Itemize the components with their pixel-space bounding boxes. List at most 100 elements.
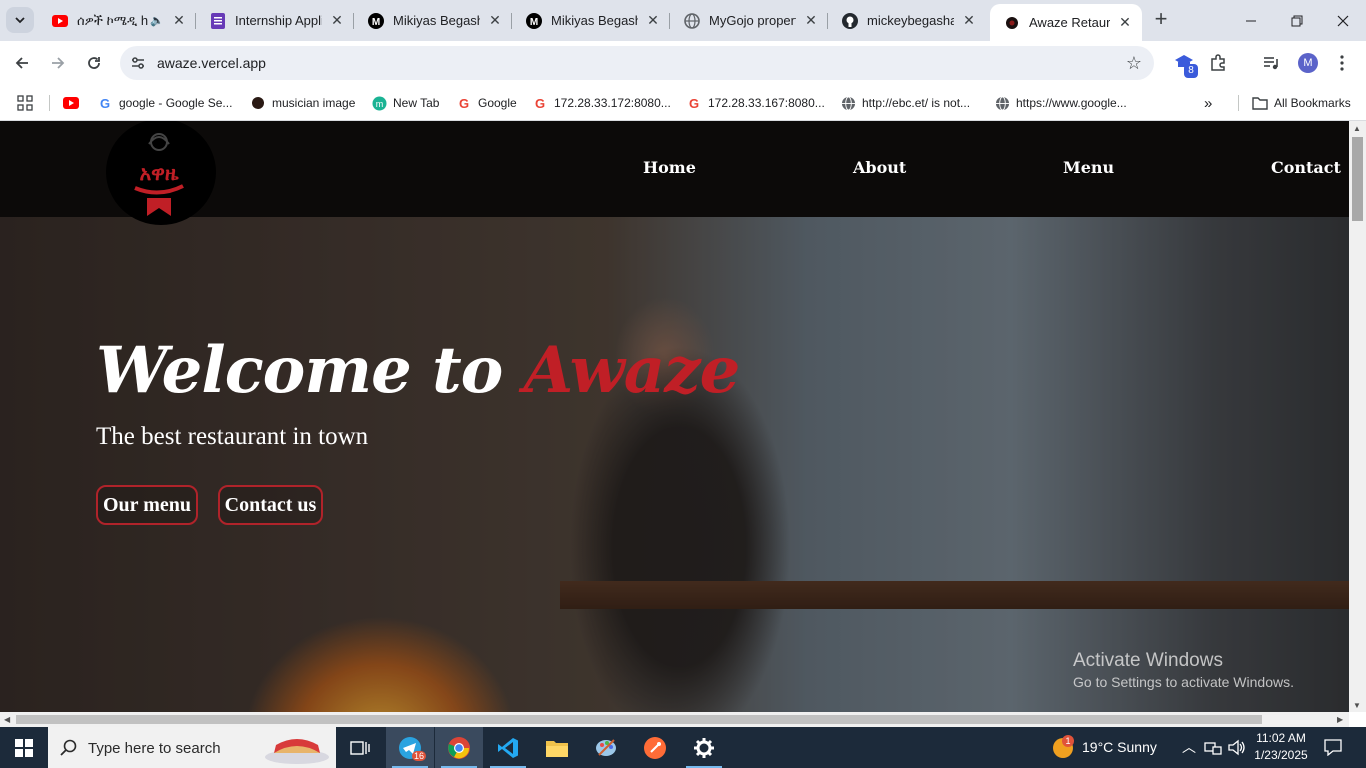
reload-button[interactable] — [80, 49, 108, 77]
site-logo[interactable]: አዋዜ — [106, 121, 216, 225]
scroll-left-icon[interactable]: ◀ — [4, 715, 10, 724]
start-button[interactable] — [0, 727, 48, 768]
tab-awaze[interactable]: Awaze Retaurant ✕ — [990, 4, 1142, 41]
scroll-up-icon[interactable]: ▲ — [1353, 124, 1361, 133]
minimize-icon — [1246, 20, 1256, 21]
awaze-icon — [1004, 15, 1020, 31]
taskbar-paint-app[interactable] — [582, 727, 630, 768]
search-placeholder: Type here to search — [88, 740, 221, 757]
tab-close-button[interactable]: ✕ — [802, 12, 820, 30]
horizontal-scroll-thumb[interactable] — [16, 715, 1262, 724]
weather-widget[interactable]: 1 19°C Sunny — [1050, 727, 1166, 768]
tab-close-button[interactable]: ✕ — [486, 12, 504, 30]
scroll-down-icon[interactable]: ▼ — [1353, 701, 1361, 710]
tab-close-button[interactable]: ✕ — [328, 12, 346, 30]
bookmark-google[interactable]: G Google — [456, 92, 517, 114]
taskbar-settings[interactable] — [680, 727, 728, 768]
bookmark-youtube[interactable] — [63, 92, 85, 114]
media-control-button[interactable] — [1257, 49, 1285, 77]
nav-menu-link[interactable]: Menu — [1063, 158, 1114, 177]
our-menu-button[interactable]: Our menu — [96, 485, 198, 525]
bookmark-label: 172.28.33.172:8080... — [554, 96, 671, 110]
task-view-icon — [350, 740, 370, 755]
taskbar-postman[interactable] — [631, 727, 679, 768]
taskbar-chrome[interactable] — [435, 727, 483, 768]
scroll-right-icon[interactable]: ▶ — [1337, 715, 1343, 724]
windows-logo-icon — [15, 738, 33, 757]
newtab-icon: m — [371, 95, 387, 111]
tab-close-button[interactable]: ✕ — [644, 12, 662, 30]
all-bookmarks-button[interactable]: All Bookmarks — [1252, 92, 1351, 114]
bookmark-ebc[interactable]: http://ebc.et/ is not... — [840, 92, 970, 114]
tab-youtube[interactable]: ሰዎች ኮሜዲ h 🔈 ✕ — [38, 4, 196, 37]
bookmark-label: New Tab — [393, 96, 440, 110]
double-chevron-right-icon: » — [1204, 94, 1213, 112]
chrome-menu-button[interactable] — [1328, 49, 1356, 77]
nav-about-link[interactable]: About — [853, 158, 906, 177]
extensions-button[interactable] — [1204, 49, 1232, 77]
watermark-title: Activate Windows — [1073, 650, 1223, 671]
vertical-scroll-thumb[interactable] — [1352, 137, 1363, 221]
speaker-icon: 🔈 — [150, 15, 164, 27]
close-icon — [1337, 15, 1349, 26]
watermark-subtitle: Go to Settings to activate Windows. — [1073, 674, 1294, 690]
extension-badge-button[interactable]: 8 — [1170, 49, 1198, 78]
task-view-button[interactable] — [336, 727, 384, 768]
bookmark-google-url[interactable]: https://www.google... — [994, 92, 1127, 114]
bookmark-label: musician image — [272, 96, 356, 110]
tab-github[interactable]: mickeybegashaw ✕ — [828, 4, 986, 37]
taskbar-telegram[interactable]: 16 — [386, 727, 434, 768]
taskbar-vscode[interactable] — [484, 727, 532, 768]
search-highlight-pie-icon — [265, 739, 329, 764]
contact-us-button[interactable]: Contact us — [218, 485, 323, 525]
bookmark-newtab[interactable]: m New Tab — [371, 92, 439, 114]
bookmark-label: All Bookmarks — [1274, 96, 1351, 110]
svg-text:M: M — [530, 17, 538, 28]
tab-close-button[interactable]: ✕ — [960, 12, 978, 30]
medium-icon: M — [526, 12, 542, 29]
tab-medium-1[interactable]: M Mikiyas Begasha ✕ — [354, 4, 512, 37]
nav-home-link[interactable]: Home — [643, 158, 696, 177]
svg-text:G: G — [535, 96, 545, 110]
horizontal-scrollbar[interactable]: ◀ ▶ — [0, 712, 1349, 727]
vertical-scrollbar[interactable]: ▲ ▼ — [1349, 121, 1366, 712]
taskbar-file-explorer[interactable] — [533, 727, 581, 768]
youtube-icon — [63, 95, 79, 111]
svg-text:G: G — [689, 96, 699, 110]
taskbar-search-box[interactable]: Type here to search — [48, 727, 336, 768]
nav-contact-link[interactable]: Contact — [1271, 158, 1341, 177]
more-bookmarks-button[interactable]: » — [1204, 92, 1212, 114]
tab-search-button[interactable] — [6, 7, 34, 33]
system-clock[interactable]: 11:02 AM 1/23/2025 — [1244, 730, 1318, 764]
restore-button[interactable] — [1274, 0, 1320, 41]
tab-mygojo[interactable]: MyGojo propert ✕ — [670, 4, 828, 37]
bookmark-label: 172.28.33.167:8080... — [708, 96, 825, 110]
bookmark-ip-167[interactable]: G 172.28.33.167:8080... — [686, 92, 825, 114]
chrome-icon — [448, 736, 470, 759]
clock-time: 11:02 AM — [1256, 731, 1306, 745]
minimize-button[interactable] — [1228, 0, 1274, 41]
activate-windows-watermark: Activate Windows Go to Settings to activ… — [1073, 650, 1294, 690]
tab-title: Mikiyas Begasha — [551, 13, 638, 28]
bookmark-google-search[interactable]: Ggoogle - Google Se... — [97, 92, 232, 114]
network-icon[interactable] — [1204, 740, 1222, 756]
bookmark-ip-172[interactable]: G 172.28.33.172:8080... — [532, 92, 671, 114]
profile-button[interactable]: M — [1294, 49, 1322, 77]
close-window-button[interactable] — [1320, 0, 1366, 41]
site-info-icon[interactable] — [130, 55, 146, 76]
notification-icon[interactable] — [1324, 739, 1342, 756]
apps-button[interactable] — [17, 92, 33, 114]
tab-title: Awaze Retaurant — [1029, 15, 1110, 30]
svg-text:M: M — [372, 17, 380, 28]
bookmark-star-icon[interactable]: ☆ — [1126, 53, 1142, 74]
back-button[interactable] — [8, 49, 36, 77]
forward-button[interactable] — [44, 49, 72, 77]
tab-close-button[interactable]: ✕ — [1116, 14, 1134, 32]
address-bar[interactable]: awaze.vercel.app ☆ — [120, 46, 1154, 80]
chevron-up-icon[interactable]: ︿ — [1182, 737, 1196, 757]
bookmark-musician[interactable]: musician image — [250, 92, 355, 114]
tab-internship[interactable]: Internship Appli ✕ — [196, 4, 354, 37]
tab-close-button[interactable]: ✕ — [170, 12, 188, 30]
tab-medium-2[interactable]: M Mikiyas Begasha ✕ — [512, 4, 670, 37]
new-tab-button[interactable]: + — [1150, 8, 1172, 31]
